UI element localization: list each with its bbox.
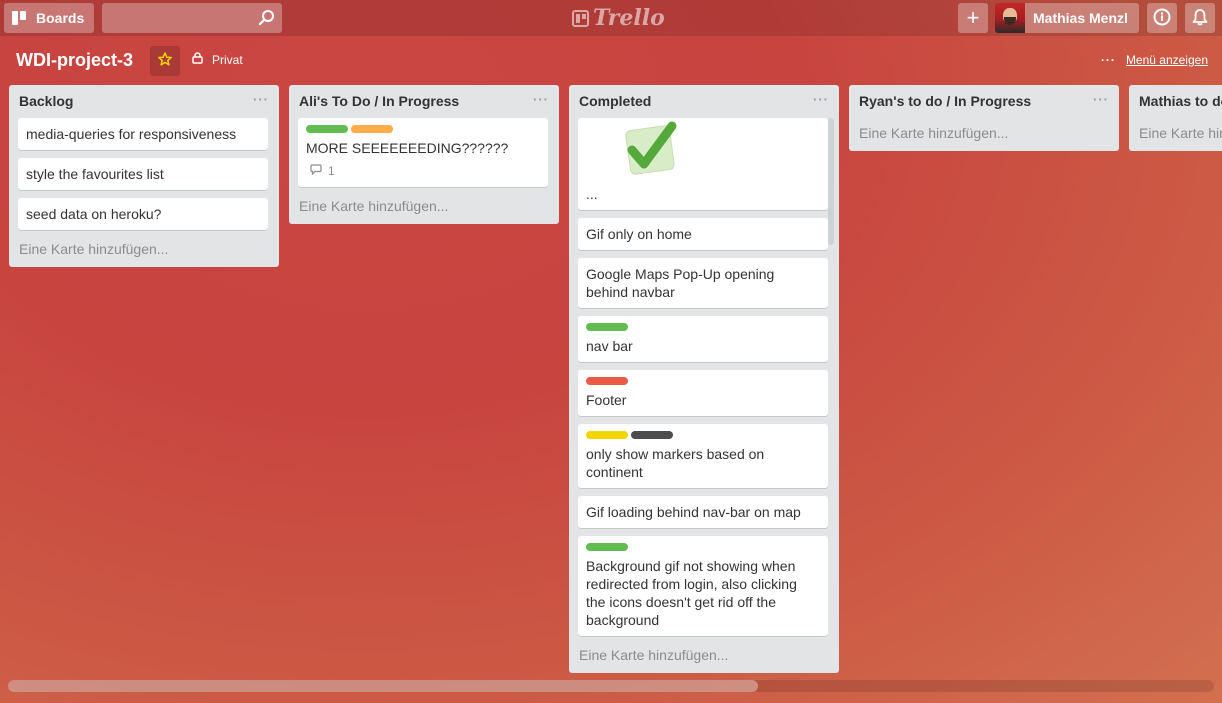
label-yellow [586,431,628,439]
card-title: Gif loading behind nav-bar on map [586,504,801,520]
comment-count: 1 [328,164,335,178]
info-icon [1153,8,1171,29]
boards-button-label: Boards [36,10,85,26]
add-button[interactable]: + [958,3,988,33]
list-backlog: Backlog ··· media-queries for responsive… [9,85,279,267]
card-labels [586,543,820,551]
card-labels [306,125,540,133]
lock-icon [192,52,203,67]
list-menu-icon[interactable]: ··· [1093,92,1109,107]
search-icon[interactable] [258,9,276,32]
card[interactable]: seed data on heroku? [18,198,268,230]
card-title: seed data on heroku? [26,206,162,222]
trello-logo[interactable]: Trello [572,4,665,32]
card-title: media-queries for responsiveness [26,126,237,142]
card[interactable]: style the favourites list [18,158,268,190]
add-card-link[interactable]: Eine Karte hinzufügen... [569,644,839,673]
card[interactable]: only show markers based on continent [578,424,828,488]
card[interactable]: Background gif not showing when redirect… [578,536,828,636]
list-menu-icon[interactable]: ··· [533,92,549,107]
card[interactable]: Footer [578,370,828,416]
card[interactable]: Google Maps Pop-Up opening behind navbar [578,258,828,308]
show-menu-link[interactable]: ··· Menü anzeigen [1101,53,1208,67]
card[interactable]: media-queries for responsiveness [18,118,268,150]
list-menu-icon[interactable]: ··· [813,92,829,107]
user-menu-button[interactable]: Mathias Menzl [995,3,1139,33]
trello-logo-icon [572,9,589,27]
plus-icon: + [966,5,980,30]
list-header: Ryan's to do / In Progress ··· [849,85,1119,118]
label-orange [351,125,393,133]
star-button[interactable] [150,46,180,76]
checkmark-icon [625,121,677,175]
list-title[interactable]: Ali's To Do / In Progress [299,93,459,109]
add-card-link[interactable]: Eine Karte hinzufügen... [1129,118,1222,151]
avatar [995,3,1025,33]
list-menu-icon[interactable]: ··· [253,92,269,107]
label-green [586,543,628,551]
board-scrollbar[interactable] [8,680,1214,692]
card-title: ... [586,186,598,202]
trello-logo-text: Trello [593,5,665,31]
card-labels [586,377,820,385]
boards-button[interactable]: Boards [4,3,94,33]
list-ali: Ali's To Do / In Progress ··· MORE SEEEE… [289,85,559,224]
list-ryan: Ryan's to do / In Progress ··· Eine Kart… [849,85,1119,151]
card-labels [586,431,820,439]
card[interactable]: Gif only on home [578,218,828,250]
search-box[interactable] [102,3,282,33]
card-title: Background gif not showing when redirect… [586,558,797,628]
card-title: Google Maps Pop-Up opening behind navbar [586,266,775,300]
list-header: Completed ··· [569,85,839,118]
visibility-label: Privat [212,52,243,67]
card-cover [586,121,820,185]
card[interactable]: MORE SEEEEEEEDING?????? 1 [298,118,548,187]
show-menu-label: Menü anzeigen [1125,53,1208,67]
list-title[interactable]: Completed [579,93,651,109]
card[interactable]: ... [578,118,828,210]
card-title: Footer [586,392,627,408]
card[interactable]: Gif loading behind nav-bar on map [578,496,828,528]
info-button[interactable] [1147,3,1177,33]
card[interactable]: nav bar [578,316,828,362]
label-black [631,431,673,439]
label-green [306,125,348,133]
visibility-button[interactable]: Privat [192,52,243,67]
add-card-link[interactable]: Eine Karte hinzufügen... [9,238,279,267]
card-badges: 1 [306,162,540,180]
star-icon [158,51,172,71]
add-card-link[interactable]: Eine Karte hinzufügen... [849,118,1119,151]
list-title[interactable]: Mathias to do [1139,93,1222,109]
list-header: Backlog ··· [9,85,279,118]
search-input[interactable] [102,3,252,33]
list-scrollbar[interactable] [828,118,834,245]
list-title[interactable]: Backlog [19,93,73,109]
card-title: nav bar [586,338,633,354]
list-header: Ali's To Do / In Progress ··· [289,85,559,118]
bell-icon [1191,8,1209,29]
board-scrollbar-thumb[interactable] [8,680,758,692]
add-card-link[interactable]: Eine Karte hinzufügen... [289,195,559,224]
top-header: Boards Trello + Mathias Menzl [0,0,1222,36]
card-title: style the favourites list [26,166,164,182]
list-completed: Completed ··· ... Gif only on home Googl… [569,85,839,673]
list-mathias: Mathias to do ··· Eine Karte hinzufügen.… [1129,85,1222,151]
card-labels [586,323,820,331]
list-clip: Mathias to do ··· Eine Karte hinzufügen.… [1129,85,1222,153]
label-red [586,377,628,385]
card-title: MORE SEEEEEEEDING?????? [306,140,509,156]
notifications-button[interactable] [1185,3,1215,33]
list-title[interactable]: Ryan's to do / In Progress [859,93,1031,109]
label-green [586,323,628,331]
board-title[interactable]: WDI-project-3 [16,50,133,71]
comment-icon [310,162,322,180]
more-icon: ··· [1100,53,1116,67]
list-header: Mathias to do ··· [1129,85,1222,118]
card-title: Gif only on home [586,226,692,242]
boards-icon [12,11,26,25]
user-name: Mathias Menzl [1033,10,1128,26]
card-title: only show markers based on continent [586,446,765,480]
